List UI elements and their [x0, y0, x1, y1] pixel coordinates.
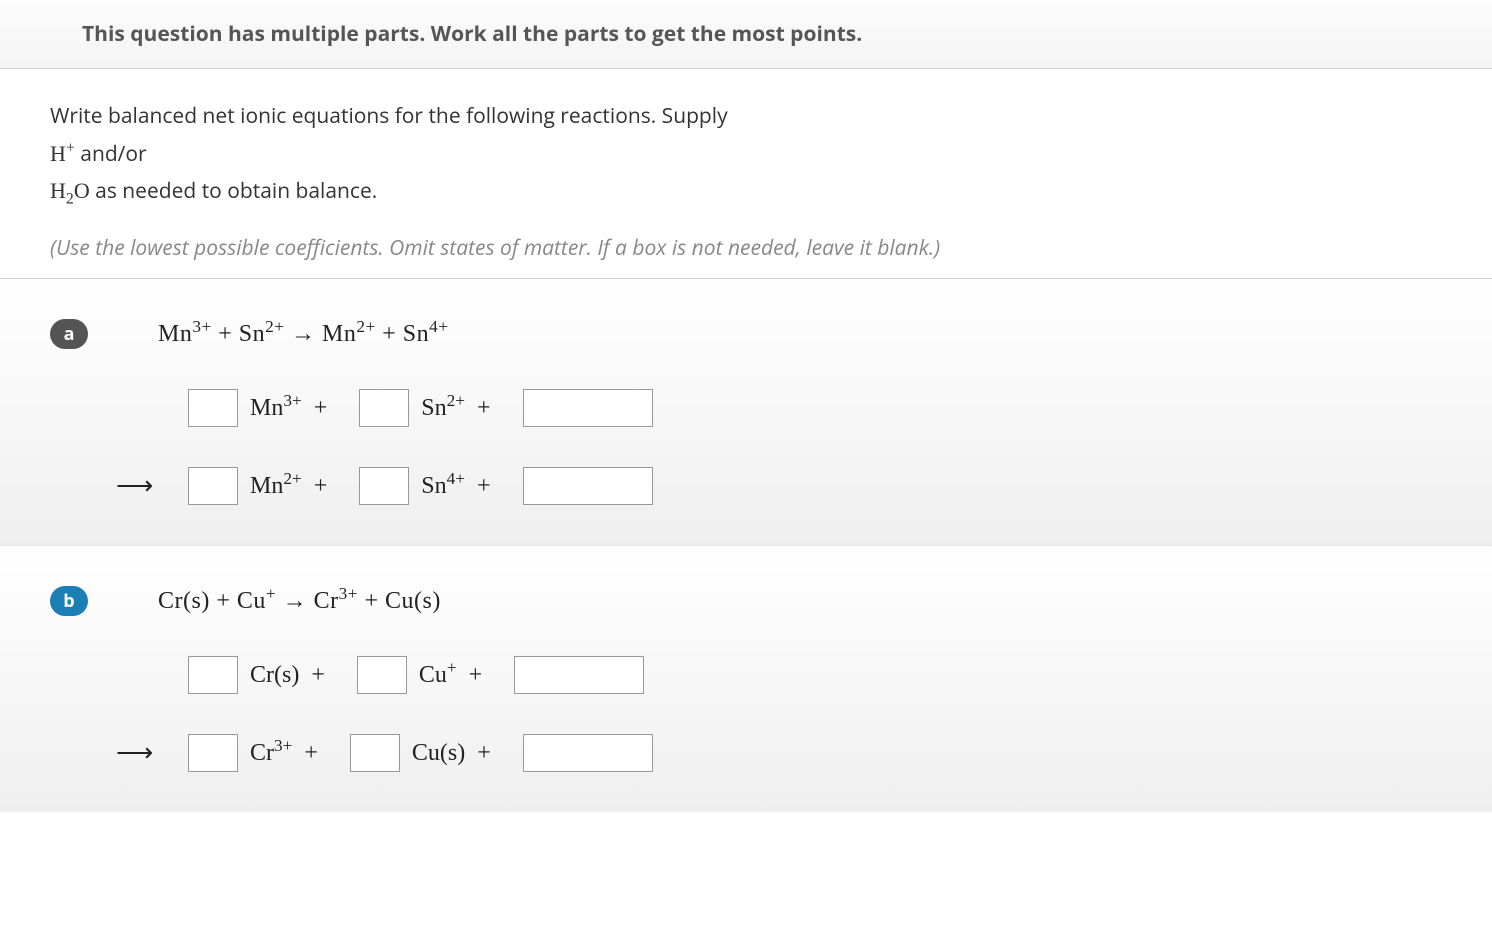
instruction-line-1: Write balanced net ionic equations for t… [50, 99, 1452, 135]
products-row-a: ⟶ Mn2+ + Sn4+ + [116, 467, 1452, 505]
plus-sign: + [477, 473, 491, 500]
plus-sign: + [304, 740, 318, 767]
arrow-icon: ⟶ [116, 738, 152, 768]
coef-input-b-r2[interactable] [357, 656, 407, 694]
question-container: This question has multiple parts. Work a… [0, 0, 1492, 812]
instruction-line-2: H+ and/or [50, 135, 1452, 173]
badge-b: b [50, 586, 88, 616]
header-text: This question has multiple parts. Work a… [82, 20, 1452, 48]
plus-sign: + [469, 662, 483, 689]
part-a-header-row: a Mn3+ + Sn2+ → Mn2+ + Sn4+ [50, 319, 1452, 349]
species-label: Sn2+ [421, 395, 465, 422]
species-label: Cr(s) [250, 662, 299, 689]
species-label: Mn2+ [250, 473, 302, 500]
equation-a: Mn3+ + Sn2+ → Mn2+ + Sn4+ [158, 321, 448, 348]
coef-input-b-p2[interactable] [350, 734, 400, 772]
products-row-b: ⟶ Cr3+ + Cu(s) + [116, 734, 1452, 772]
coef-input-b-p1[interactable] [188, 734, 238, 772]
species-label: Cu(s) [412, 740, 465, 767]
part-b: b Cr(s) + Cu+ → Cr3+ + Cu(s) Cr(s) + Cu+… [0, 546, 1492, 812]
extra-input-b-r[interactable] [514, 656, 644, 694]
plus-sign: + [314, 473, 328, 500]
reactants-row-a: Mn3+ + Sn2+ + [116, 389, 1452, 427]
coef-input-a-p2[interactable] [359, 467, 409, 505]
plus-sign: + [477, 740, 491, 767]
part-b-header-row: b Cr(s) + Cu+ → Cr3+ + Cu(s) [50, 586, 1452, 616]
plus-sign: + [477, 395, 491, 422]
part-a: a Mn3+ + Sn2+ → Mn2+ + Sn4+ Mn3+ + Sn2+ … [0, 279, 1492, 546]
badge-a: a [50, 319, 88, 349]
equation-b: Cr(s) + Cu+ → Cr3+ + Cu(s) [158, 588, 441, 615]
instruction-line-3: H2O as needed to obtain balance. [50, 172, 1452, 210]
extra-input-b-p[interactable] [523, 734, 653, 772]
hint-text: (Use the lowest possible coefficients. O… [0, 210, 1492, 279]
coef-input-b-r1[interactable] [188, 656, 238, 694]
answer-lines-a: Mn3+ + Sn2+ + ⟶ Mn2+ + Sn4+ + [116, 389, 1452, 505]
coef-input-a-r1[interactable] [188, 389, 238, 427]
extra-input-a-r[interactable] [523, 389, 653, 427]
species-label: Sn4+ [421, 473, 465, 500]
header-box: This question has multiple parts. Work a… [0, 0, 1492, 69]
plus-sign: + [311, 662, 325, 689]
species-label: Cu+ [419, 662, 457, 689]
plus-sign: + [314, 395, 328, 422]
species-h2o: H2O [50, 178, 90, 203]
species-label: Mn3+ [250, 395, 302, 422]
extra-input-a-p[interactable] [523, 467, 653, 505]
arrow-icon: ⟶ [116, 471, 152, 501]
coef-input-a-r2[interactable] [359, 389, 409, 427]
instructions: Write balanced net ionic equations for t… [0, 69, 1492, 210]
species-h-plus: H+ [50, 141, 75, 166]
reactants-row-b: Cr(s) + Cu+ + [116, 656, 1452, 694]
coef-input-a-p1[interactable] [188, 467, 238, 505]
species-label: Cr3+ [250, 740, 292, 767]
answer-lines-b: Cr(s) + Cu+ + ⟶ Cr3+ + Cu(s) + [116, 656, 1452, 772]
